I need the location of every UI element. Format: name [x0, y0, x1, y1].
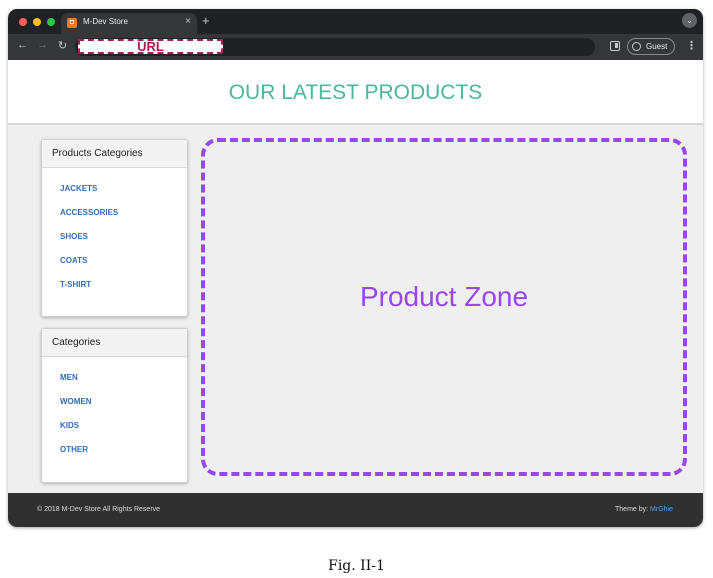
panel-header: Categories	[42, 329, 187, 357]
category-link-women[interactable]: WOMEN	[60, 397, 92, 406]
browser-toolbar: ← → ↻ URL Guest ⋮	[8, 34, 703, 60]
profile-icon	[632, 42, 641, 51]
back-icon[interactable]: ←	[17, 39, 28, 51]
profile-button[interactable]: Guest	[627, 38, 675, 55]
page-footer: © 2018 M-Dev Store All Rights Reserve Th…	[8, 493, 703, 527]
category-link-t-shirt[interactable]: T-SHIRT	[60, 280, 91, 289]
theme-credit: Theme by: MrGhie	[615, 506, 673, 513]
tab-title: M-Dev Store	[83, 17, 128, 26]
close-window-button[interactable]	[19, 18, 27, 26]
panel-header: Products Categories	[42, 140, 187, 168]
tab-strip: ◘ M-Dev Store × + ⌄	[8, 9, 703, 34]
product-zone: Product Zone	[201, 138, 687, 476]
theme-author-link[interactable]: MrGhie	[650, 506, 673, 513]
copyright-text: © 2018 M-Dev Store All Rights Reserve	[37, 506, 161, 513]
panel-title: Products Categories	[52, 148, 143, 159]
category-link-accessories[interactable]: ACCESSORIES	[60, 208, 118, 217]
maximize-window-button[interactable]	[47, 18, 55, 26]
page-header: OUR LATEST PRODUCTS	[8, 60, 703, 125]
forward-icon[interactable]: →	[37, 39, 48, 51]
page-title: OUR LATEST PRODUCTS	[228, 81, 483, 104]
minimize-window-button[interactable]	[33, 18, 41, 26]
url-marker: URL	[78, 39, 223, 54]
store-favicon-icon: ◘	[67, 18, 77, 28]
category-link-other[interactable]: OTHER	[60, 445, 88, 454]
category-link-coats[interactable]: COATS	[60, 256, 87, 265]
reload-icon[interactable]: ↻	[58, 39, 67, 52]
products-categories-panel: Products Categories JACKETS ACCESSORIES …	[41, 139, 188, 317]
product-zone-label: Product Zone	[359, 281, 529, 312]
category-link-kids[interactable]: KIDS	[60, 421, 79, 430]
new-tab-icon[interactable]: +	[202, 13, 210, 28]
browser-window: ◘ M-Dev Store × + ⌄ ← → ↻ URL Guest ⋮ OU…	[8, 9, 703, 527]
category-link-jackets[interactable]: JACKETS	[60, 184, 97, 193]
address-bar[interactable]: URL	[75, 38, 595, 56]
panel-title: Categories	[52, 337, 101, 348]
profile-label: Guest	[646, 42, 668, 51]
side-panel-icon[interactable]	[610, 41, 620, 51]
category-link-shoes[interactable]: SHOES	[60, 232, 88, 241]
close-tab-icon[interactable]: ×	[185, 16, 191, 27]
categories-panel: Categories MEN WOMEN KIDS OTHER	[41, 328, 188, 483]
window-controls	[19, 18, 55, 26]
figure-caption: Fig. II-1	[328, 558, 385, 574]
tab-search-icon[interactable]: ⌄	[682, 13, 697, 28]
browser-tab[interactable]: ◘ M-Dev Store ×	[61, 13, 197, 34]
browser-menu-icon[interactable]: ⋮	[686, 39, 697, 52]
theme-by-label: Theme by:	[615, 506, 649, 513]
category-link-men[interactable]: MEN	[60, 373, 78, 382]
